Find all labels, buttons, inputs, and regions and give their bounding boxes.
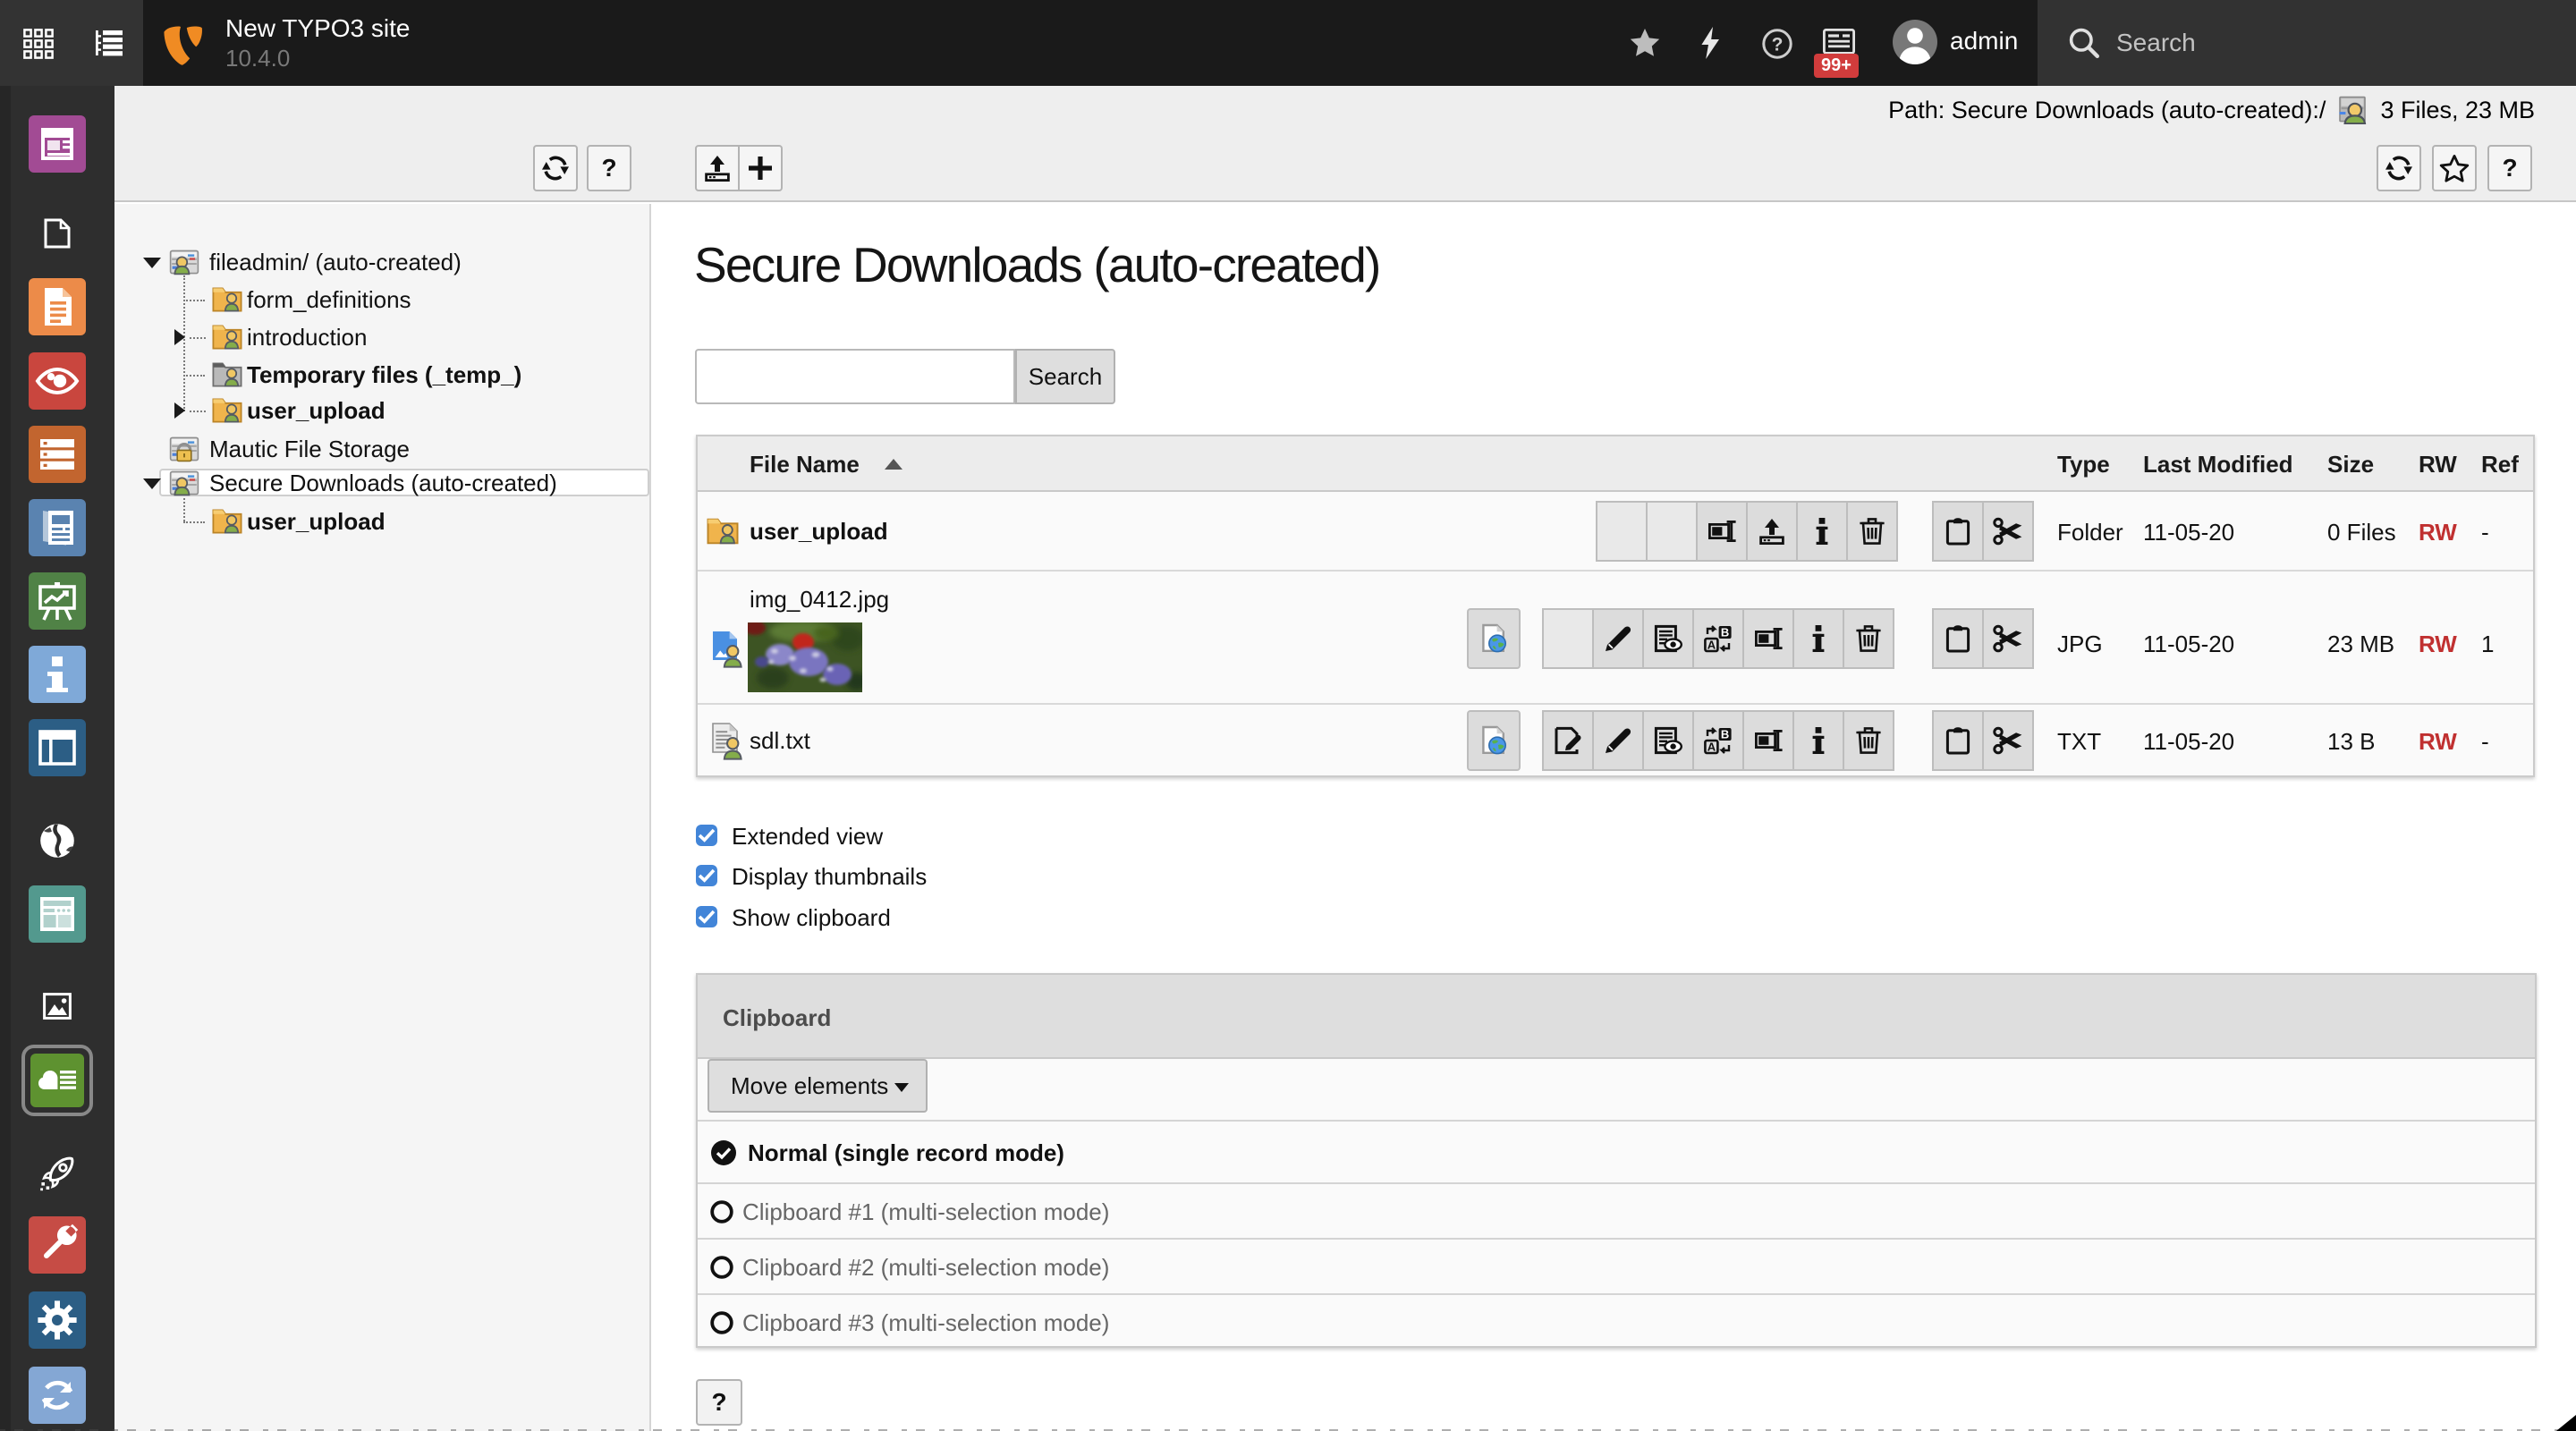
svg-text:A: A <box>1707 740 1716 753</box>
svg-text:B: B <box>1721 625 1729 639</box>
svg-text:B: B <box>1721 727 1729 741</box>
svg-text:A: A <box>1707 638 1716 651</box>
svg-text:?: ? <box>1772 34 1784 55</box>
